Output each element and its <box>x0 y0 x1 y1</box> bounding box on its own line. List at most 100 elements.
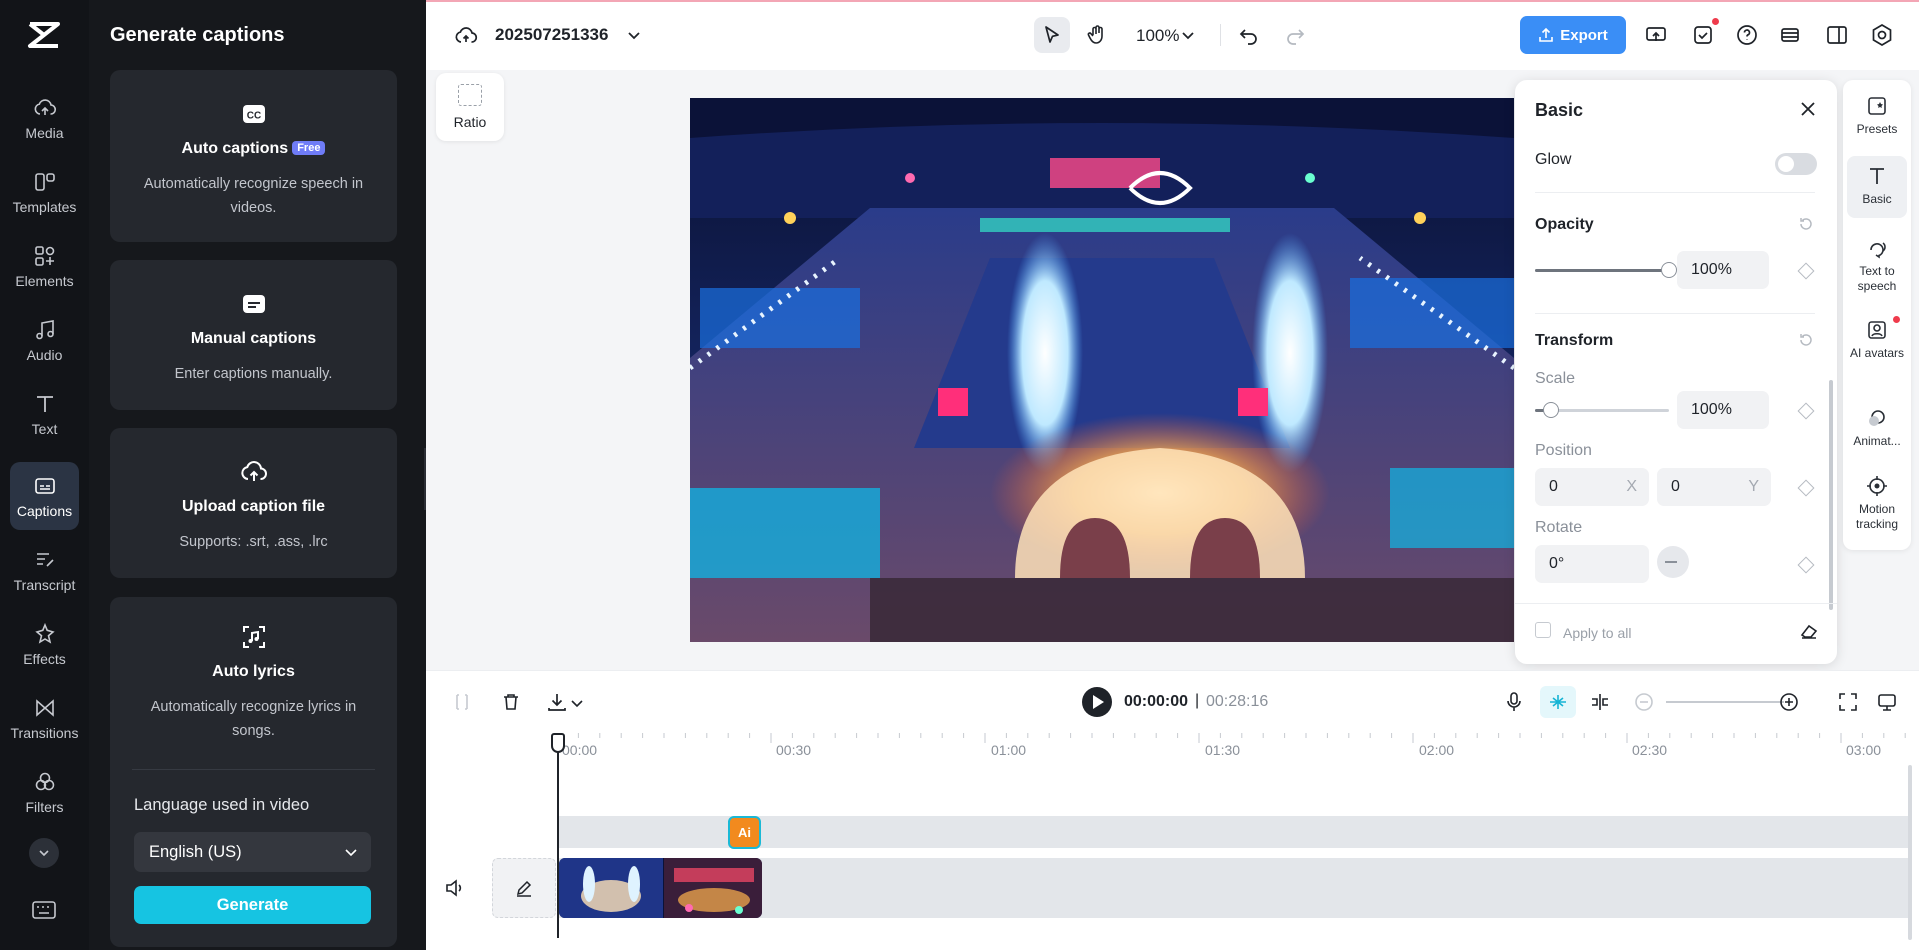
rail-item-media[interactable]: Media <box>10 84 79 152</box>
chevron-down-icon[interactable] <box>624 25 644 45</box>
redo-icon[interactable] <box>1283 23 1307 47</box>
reset-icon[interactable] <box>1798 332 1814 348</box>
rail-item-captions[interactable]: Captions <box>10 462 79 530</box>
tick-label: 02:00 <box>1419 742 1455 758</box>
fullscreen-icon[interactable] <box>1837 691 1859 713</box>
avatar-icon <box>1868 321 1886 339</box>
close-icon[interactable] <box>1799 100 1817 118</box>
rotate-keyframe-icon[interactable] <box>1797 556 1815 574</box>
rail-label-text: Text <box>31 420 58 437</box>
pointer-icon <box>1045 26 1059 43</box>
chevron-down-icon[interactable] <box>1180 27 1196 43</box>
rail-more-button[interactable] <box>29 838 59 868</box>
video-clip[interactable] <box>559 858 762 918</box>
project-name[interactable]: 202507251336 <box>495 25 608 45</box>
reset-icon[interactable] <box>1798 216 1814 232</box>
cloud-sync-icon[interactable] <box>454 24 478 48</box>
rail-item-text[interactable]: Text <box>10 380 79 448</box>
opacity-slider-knob[interactable] <box>1661 262 1677 278</box>
caption-clip-ai[interactable]: Ai <box>728 816 761 849</box>
chevron-down-icon <box>345 849 357 857</box>
help-icon[interactable] <box>1735 23 1759 47</box>
rail-item-motion-tracking[interactable]: Motion tracking <box>1847 466 1907 532</box>
settings-gear-icon[interactable] <box>1870 23 1894 47</box>
undo-icon[interactable] <box>1237 23 1261 47</box>
play-button[interactable] <box>1082 687 1112 717</box>
auto-captions-card[interactable]: CC Auto captions Free Automatically recog… <box>110 70 397 242</box>
rail-item-presets[interactable]: Presets <box>1847 86 1907 137</box>
position-y-input[interactable]: 0 Y <box>1657 468 1771 506</box>
position-keyframe-icon[interactable] <box>1797 479 1815 497</box>
upload-caption-card[interactable]: Upload caption file Supports: .srt, .ass… <box>110 428 397 578</box>
keyboard-icon[interactable] <box>31 899 57 921</box>
position-x-input[interactable]: 0 X <box>1535 468 1649 506</box>
layout-panel-icon[interactable] <box>1825 23 1849 47</box>
ratio-button[interactable]: Ratio <box>436 73 504 141</box>
opacity-keyframe-icon[interactable] <box>1797 262 1815 280</box>
manual-captions-card[interactable]: Manual captions Enter captions manually. <box>110 260 397 410</box>
chevron-down-icon <box>39 850 49 857</box>
rail-item-filters[interactable]: Filters <box>10 758 79 826</box>
timeline-ruler[interactable]: 00:00 00:30 01:00 01:30 02:00 02:30 03:0… <box>426 733 1919 763</box>
rail-item-animation[interactable]: Animat... <box>1847 398 1907 449</box>
scale-keyframe-icon[interactable] <box>1797 402 1815 420</box>
timeline-scrollbar[interactable] <box>1908 765 1912 940</box>
rail-label-templates: Templates <box>12 198 77 215</box>
video-preview[interactable] <box>690 98 1514 642</box>
cover-edit-button[interactable] <box>492 858 556 918</box>
auto-snap-button[interactable] <box>1540 686 1576 718</box>
rail-item-effects[interactable]: Effects <box>10 610 79 678</box>
export-button[interactable]: Export <box>1520 16 1626 54</box>
delete-icon[interactable] <box>500 691 522 713</box>
volume-icon[interactable] <box>444 877 466 899</box>
rail-item-basic[interactable]: Basic <box>1847 156 1907 218</box>
apply-to-all-checkbox[interactable] <box>1535 622 1551 638</box>
language-select[interactable]: English (US) <box>134 832 371 872</box>
caption-track[interactable] <box>559 816 1908 848</box>
properties-scrollbar[interactable] <box>1829 380 1833 610</box>
zoom-out-icon[interactable] <box>1633 691 1655 713</box>
opacity-slider[interactable] <box>1535 262 1677 278</box>
rotate-dial[interactable] <box>1657 546 1689 578</box>
templates-icon <box>34 172 55 191</box>
language-value: English (US) <box>149 842 242 861</box>
rail-item-transitions[interactable]: Transitions <box>10 684 79 752</box>
capcut-logo-icon[interactable] <box>26 20 62 50</box>
rail-item-text-to-speech[interactable]: Text to speech <box>1847 228 1907 294</box>
split-link-icon[interactable] <box>1589 691 1611 713</box>
layers-icon[interactable] <box>1778 23 1802 47</box>
text-to-speech-label: Text to speech <box>1857 264 1897 293</box>
glow-toggle[interactable] <box>1775 153 1817 175</box>
present-icon[interactable] <box>1644 23 1668 47</box>
rail-item-templates[interactable]: Templates <box>10 158 79 226</box>
zoom-in-icon[interactable] <box>1778 691 1800 713</box>
hand-tool-icon[interactable] <box>1085 23 1109 47</box>
new-badge-dot <box>1893 316 1900 323</box>
zoom-level[interactable]: 100% <box>1136 26 1179 46</box>
generate-button[interactable]: Generate <box>134 886 371 924</box>
scale-input[interactable]: 100% <box>1677 391 1769 429</box>
split-icon[interactable] <box>451 691 473 713</box>
panel-title: Generate captions <box>110 24 285 46</box>
rotate-input[interactable]: 0° <box>1535 545 1649 583</box>
rail-item-elements[interactable]: Elements <box>10 232 79 300</box>
rail-item-audio[interactable]: Audio <box>10 306 79 374</box>
subtitle-icon <box>242 295 265 313</box>
scale-slider-knob[interactable] <box>1543 402 1559 418</box>
rail-label-filters: Filters <box>25 798 64 815</box>
scale-slider[interactable] <box>1535 402 1669 418</box>
chevron-down-icon[interactable] <box>570 696 584 710</box>
playhead-handle[interactable] <box>551 733 565 753</box>
playhead[interactable] <box>557 733 559 938</box>
shield-check-icon[interactable] <box>1691 23 1715 47</box>
microphone-icon[interactable] <box>1503 691 1525 713</box>
rail-item-transcript[interactable]: Transcript <box>10 536 79 604</box>
caption-view-icon[interactable] <box>1876 691 1898 713</box>
download-icon[interactable] <box>546 691 568 713</box>
select-tool-button[interactable] <box>1034 17 1070 53</box>
sparkle-icon <box>34 622 55 644</box>
rail-label-transitions: Transitions <box>10 724 79 741</box>
eraser-icon[interactable] <box>1799 621 1819 641</box>
timeline-zoom-slider[interactable] <box>1666 701 1784 703</box>
opacity-input[interactable]: 100% <box>1677 251 1769 289</box>
